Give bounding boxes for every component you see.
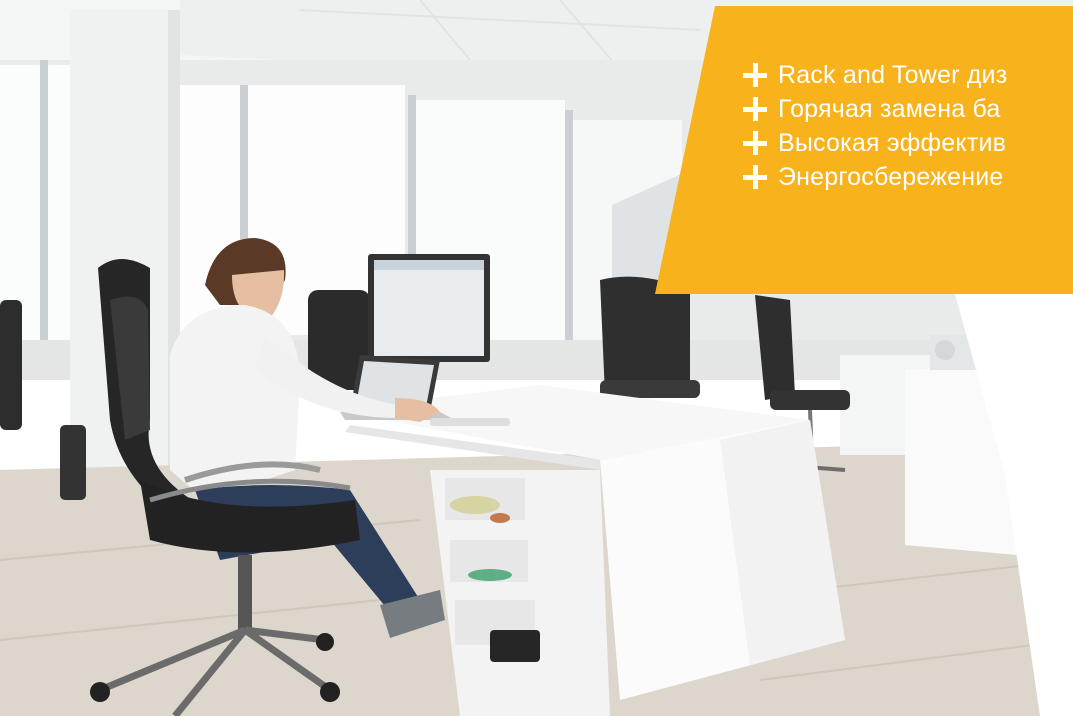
plus-icon [743, 97, 767, 121]
feature-label: Горячая замена ба [778, 94, 1001, 123]
feature-label: Высокая эффектив [778, 128, 1007, 157]
office-photo-banner: Rack and Tower диз Горячая замена ба Выс… [0, 0, 1073, 716]
feature-list: Rack and Tower диз Горячая замена ба Выс… [743, 58, 1007, 194]
feature-item-hot-swap: Горячая замена ба [743, 92, 1007, 126]
feature-item-rack-tower: Rack and Tower диз [743, 58, 1007, 92]
feature-item-energy-saving: Энергосбережение [743, 160, 1007, 194]
plus-icon [743, 165, 767, 189]
feature-item-efficiency: Высокая эффектив [743, 126, 1007, 160]
feature-banner: Rack and Tower диз Горячая замена ба Выс… [655, 6, 1073, 294]
plus-icon [743, 131, 767, 155]
plus-icon [743, 63, 767, 87]
feature-label: Энергосбережение [778, 162, 1004, 191]
feature-label: Rack and Tower диз [778, 60, 1008, 89]
